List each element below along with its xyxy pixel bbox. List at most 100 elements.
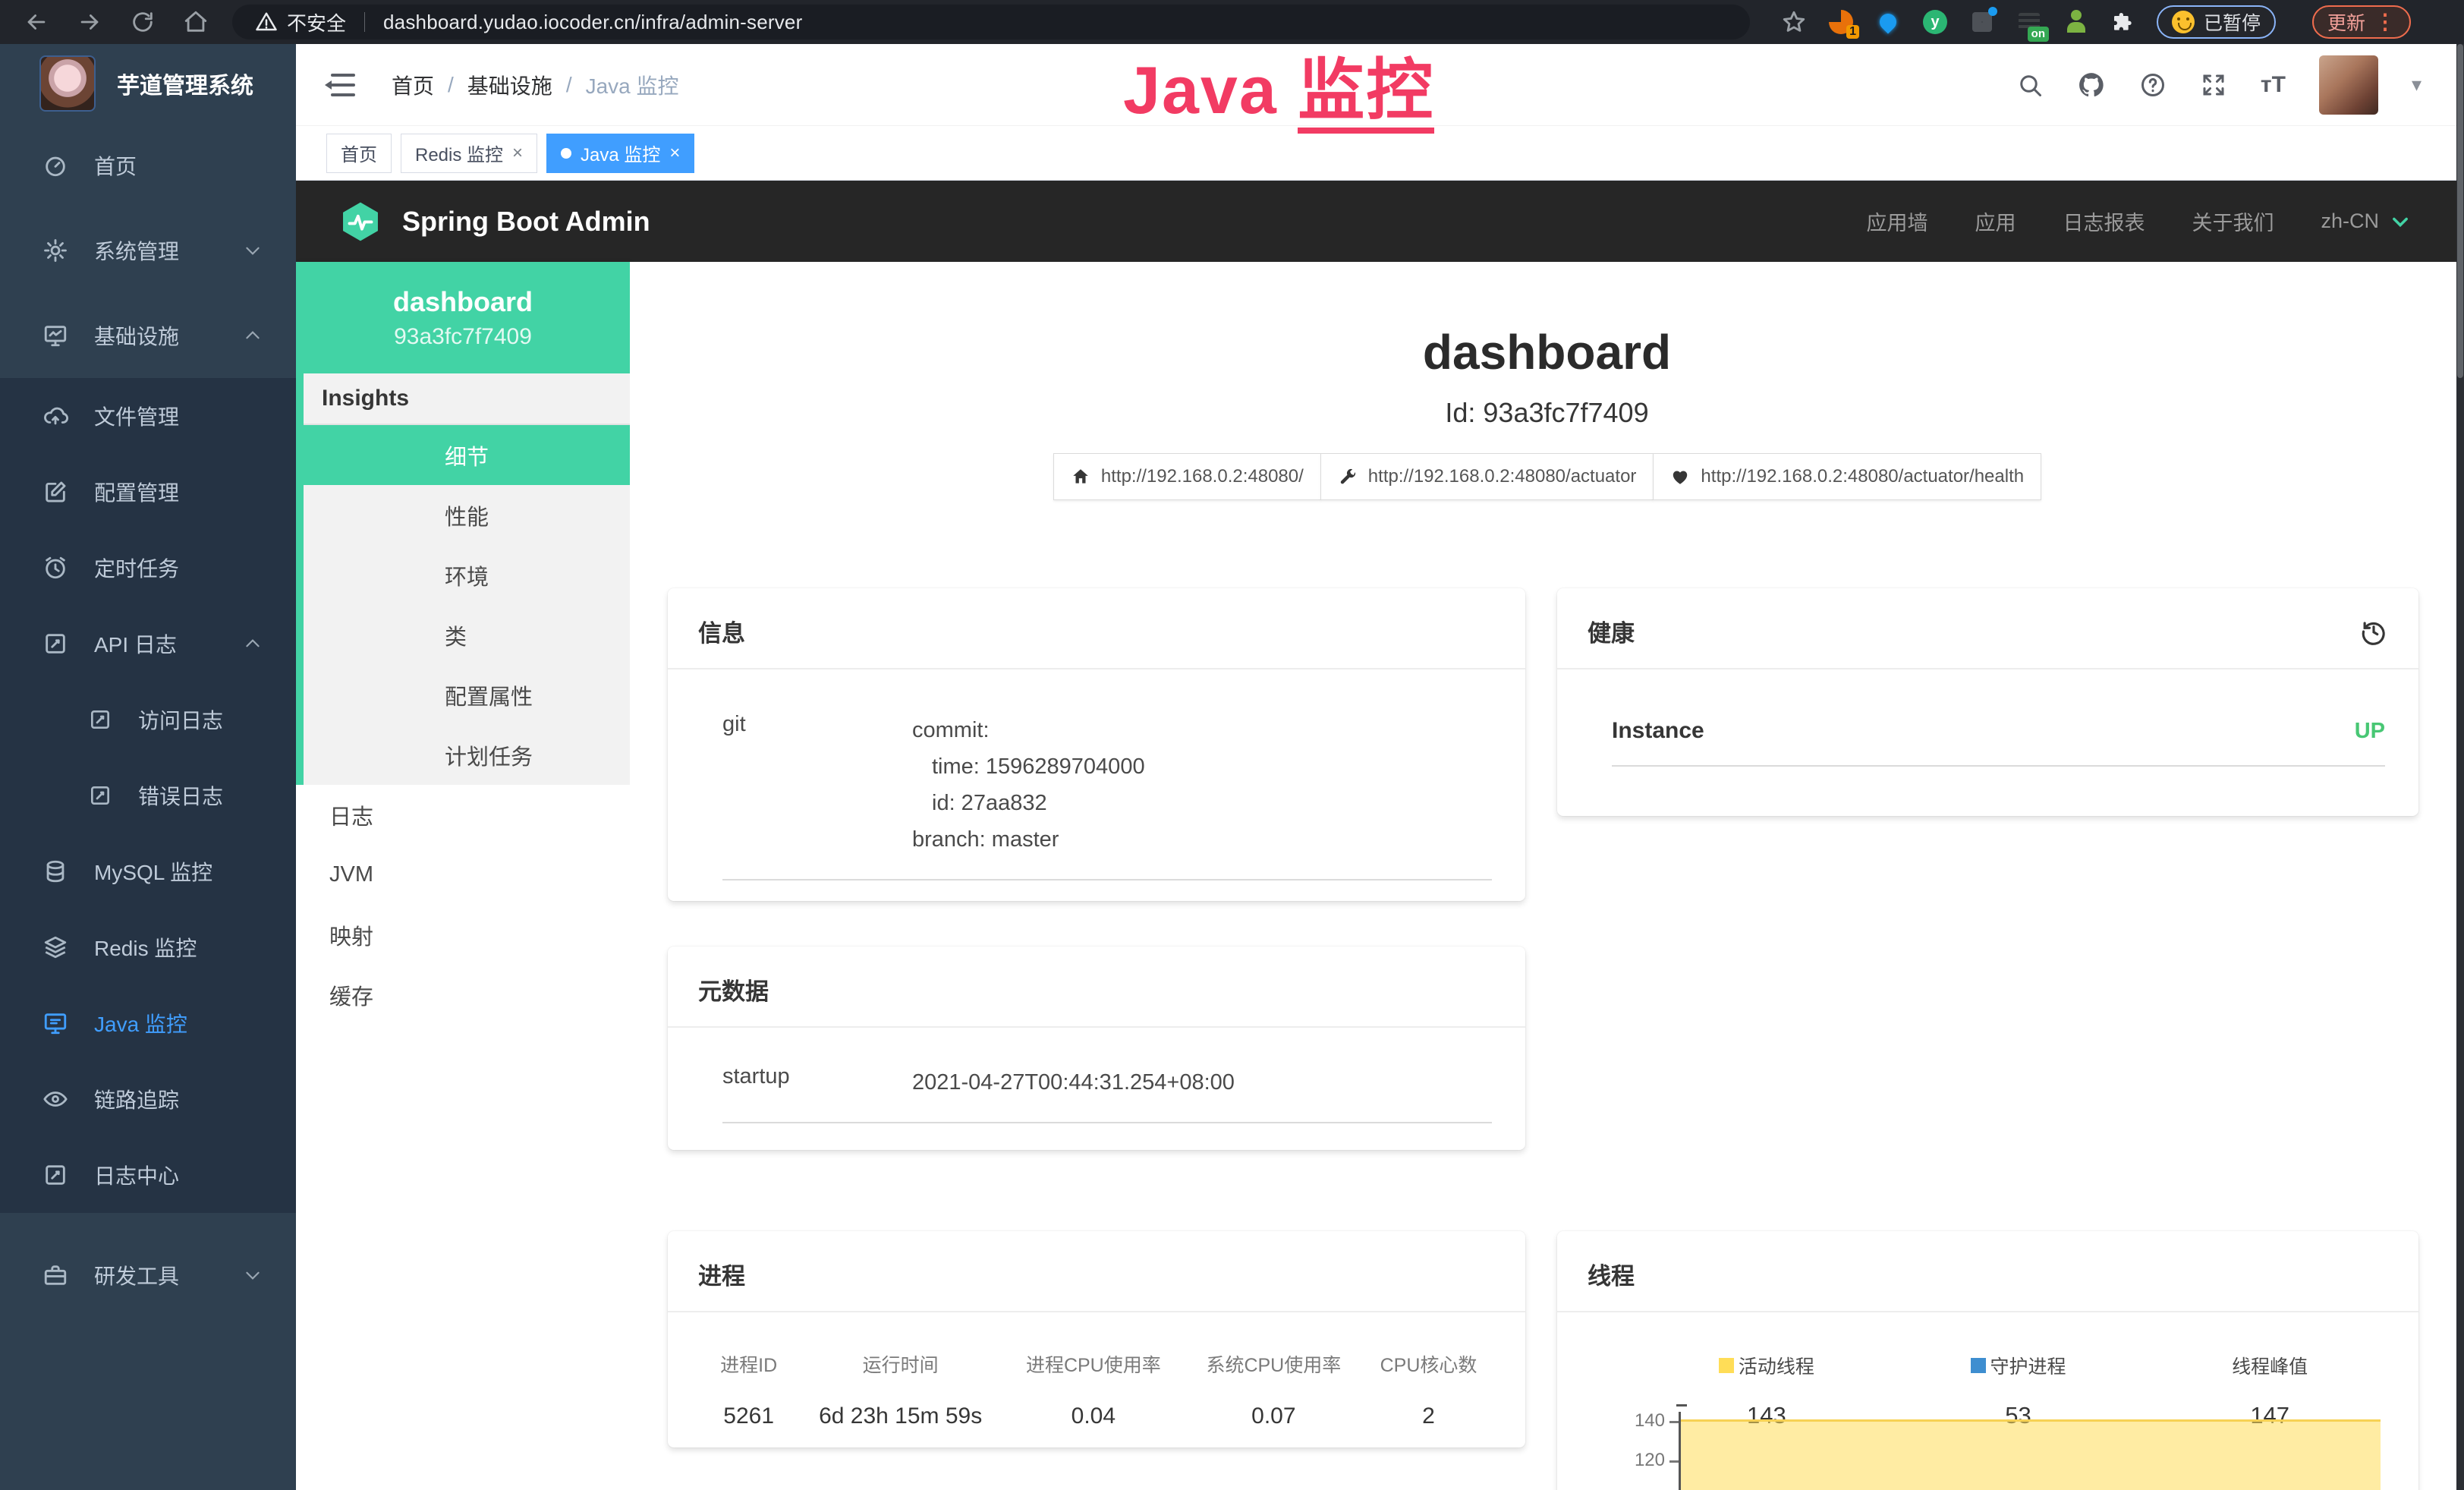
doc-edit-icon (42, 1162, 68, 1188)
sidebar-item-dev-tools[interactable]: 研发工具 (0, 1233, 296, 1318)
sidebar-item-redis-monitor[interactable]: Redis 监控 (0, 909, 296, 985)
sidebar-item-config-manage[interactable]: 配置管理 (0, 454, 296, 530)
collapse-sidebar-icon[interactable] (325, 72, 355, 98)
monitor-chart-icon (42, 323, 68, 348)
extension-pin-icon[interactable] (1874, 8, 1902, 36)
service-url-chip[interactable]: http://192.168.0.2:48080/ (1053, 453, 1321, 500)
fullscreen-icon[interactable] (2200, 71, 2227, 99)
not-secure-warning-icon[interactable] (255, 11, 278, 33)
actuator-url-chip[interactable]: http://192.168.0.2:48080/actuator (1320, 453, 1654, 500)
window-scrollbar[interactable] (2456, 44, 2464, 1490)
sidebar-item-error-log[interactable]: 错误日志 (0, 758, 296, 833)
process-uptime-value: 6d 23h 15m 59s (799, 1403, 1002, 1429)
sba-brand[interactable]: Spring Boot Admin (338, 200, 650, 244)
breadcrumb-section[interactable]: 基础设施 (467, 70, 552, 100)
sidebar-item-home[interactable]: 首页 (0, 123, 296, 208)
sidebar-item-system[interactable]: 系统管理 (0, 208, 296, 293)
scrollbar-thumb[interactable] (2457, 44, 2463, 378)
tag-home[interactable]: 首页 (326, 134, 392, 173)
browser-menu-icon[interactable]: ⋮ (2374, 17, 2396, 27)
y-axis-tick-120: 120 (1612, 1450, 1665, 1471)
process-sys-cpu-value: 0.07 (1185, 1403, 1362, 1429)
eye-icon (42, 1086, 68, 1112)
chevron-down-icon (243, 241, 263, 260)
sba-menu-scheduled-tasks[interactable]: 计划任务 (304, 725, 630, 785)
sba-menu-metrics[interactable]: 性能 (304, 485, 630, 545)
app-logo (39, 55, 96, 112)
sba-menu-config-props[interactable]: 配置属性 (304, 665, 630, 725)
metadata-startup-value: 2021-04-27T00:44:31.254+08:00 (912, 1064, 1235, 1101)
peak-threads-label: 线程峰值 (2232, 1352, 2308, 1379)
sidebar-item-mysql-monitor[interactable]: MySQL 监控 (0, 833, 296, 909)
history-icon[interactable] (2359, 617, 2388, 646)
sba-nav-applications[interactable]: 应用 (1975, 206, 2016, 236)
sba-instance-header[interactable]: dashboard 93a3fc7f7409 (296, 262, 630, 373)
reload-icon[interactable] (127, 7, 158, 37)
chevron-down-icon (243, 1265, 263, 1285)
extension-person-icon[interactable] (2063, 8, 2090, 36)
sba-nav-journal[interactable]: 日志报表 (2063, 206, 2145, 236)
doc-edit-icon (42, 631, 68, 657)
sba-menu-details[interactable]: 细节 (296, 425, 630, 485)
user-avatar[interactable] (2319, 55, 2378, 115)
extension-grid-icon[interactable] (1968, 8, 1996, 36)
sba-menu-environment[interactable]: 环境 (304, 545, 630, 605)
tag-redis-monitor[interactable]: Redis 监控 × (401, 134, 537, 173)
sba-menu-mappings[interactable]: 映射 (296, 905, 630, 965)
sba-menu-classes[interactable]: 类 (304, 605, 630, 665)
sidebar-item-trace[interactable]: 链路追踪 (0, 1061, 296, 1137)
sba-content: dashboard Id: 93a3fc7f7409 http://192.16… (630, 262, 2464, 1490)
sidebar-item-log-center[interactable]: 日志中心 (0, 1137, 296, 1213)
extension-green-y-icon[interactable]: y (1921, 8, 1949, 36)
threads-card-title: 线程 (1588, 1257, 1635, 1291)
live-threads-area-series (1681, 1419, 2381, 1490)
close-tab-icon[interactable]: × (512, 143, 523, 164)
breadcrumb-home[interactable]: 首页 (392, 70, 434, 100)
github-icon[interactable] (2077, 71, 2106, 99)
sba-nav-about[interactable]: 关于我们 (2192, 206, 2274, 236)
extension-orange-icon[interactable]: 1 (1827, 8, 1855, 36)
sidebar-item-java-monitor[interactable]: Java 监控 (0, 985, 296, 1061)
sba-menu-caches[interactable]: 缓存 (296, 965, 630, 1025)
sba-locale-select[interactable]: zh-CN (2321, 209, 2411, 233)
extension-on-icon[interactable]: on (2016, 8, 2043, 36)
daemon-threads-label: 守护进程 (1990, 1352, 2066, 1379)
info-card-title: 信息 (698, 614, 745, 648)
database-icon (42, 858, 68, 884)
chart-axis (1676, 1404, 1687, 1407)
tag-java-monitor[interactable]: Java 监控 × (546, 134, 694, 173)
endpoint-links: http://192.168.0.2:48080/ http://192.168… (630, 453, 2464, 500)
emoji-face-icon (2172, 11, 2195, 33)
sidebar-item-api-log[interactable]: API 日志 (0, 606, 296, 682)
health-status-badge: UP (2355, 719, 2385, 744)
sba-navbar: Spring Boot Admin 应用墙 应用 日志报表 关于我们 zh-CN (296, 181, 2464, 262)
process-proc-cpu-value: 0.04 (1002, 1403, 1185, 1429)
help-question-icon[interactable] (2139, 71, 2167, 99)
user-menu-caret-icon[interactable]: ▾ (2412, 73, 2422, 96)
forward-icon[interactable] (74, 7, 105, 37)
cloud-upload-icon (42, 403, 68, 429)
app-logo-row[interactable]: 芋道管理系统 (0, 44, 296, 123)
search-icon[interactable] (2016, 71, 2044, 99)
profile-paused-pill[interactable]: 已暂停 (2157, 5, 2276, 39)
bookmark-star-icon[interactable] (1780, 8, 1808, 36)
wrench-icon (1338, 467, 1358, 487)
process-col-uptime: 运行时间 (799, 1350, 1002, 1378)
puzzle-extensions-icon[interactable] (2110, 8, 2137, 36)
close-tab-icon[interactable]: × (669, 143, 680, 164)
sba-menu-jvm[interactable]: JVM (296, 845, 630, 905)
sba-nav-wall[interactable]: 应用墙 (1866, 206, 1927, 236)
sidebar-item-access-log[interactable]: 访问日志 (0, 682, 296, 758)
live-threads-color-swatch (1719, 1358, 1734, 1373)
font-size-icon[interactable]: тT (2261, 72, 2286, 98)
health-url-chip[interactable]: http://192.168.0.2:48080/actuator/health (1653, 453, 2041, 500)
sba-menu-logs[interactable]: 日志 (296, 785, 630, 845)
insights-section-label: Insights (304, 373, 630, 425)
home-icon[interactable] (181, 7, 211, 37)
chrome-update-button[interactable]: 更新⋮ (2312, 5, 2411, 39)
sidebar-item-file-manage[interactable]: 文件管理 (0, 378, 296, 454)
address-bar[interactable]: 不安全 dashboard.yudao.iocoder.cn/infra/adm… (232, 5, 1750, 39)
sidebar-item-cron-job[interactable]: 定时任务 (0, 530, 296, 606)
sidebar-item-infra[interactable]: 基础设施 (0, 293, 296, 378)
back-icon[interactable] (21, 7, 52, 37)
